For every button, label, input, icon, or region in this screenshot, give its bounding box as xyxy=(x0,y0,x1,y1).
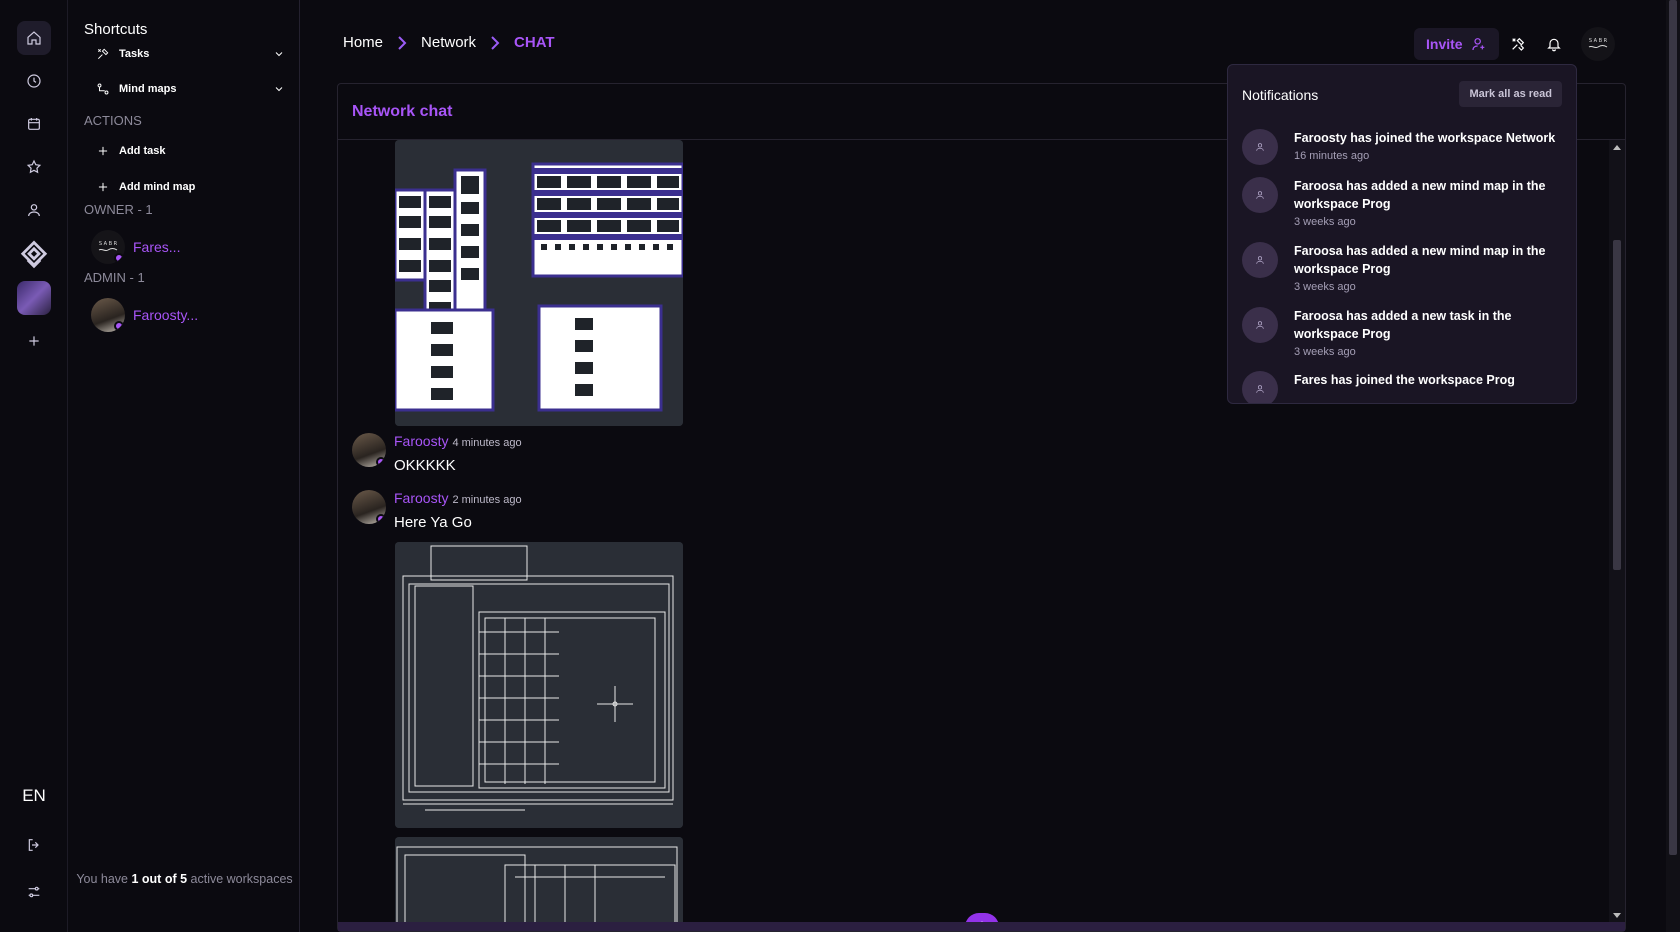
image-attachment[interactable] xyxy=(395,140,683,426)
notification-time: 3 weeks ago xyxy=(1294,216,1356,228)
header-actions: Invite S A B R xyxy=(1414,27,1615,61)
message-time: 4 minutes ago xyxy=(452,437,522,449)
avatar[interactable] xyxy=(352,490,386,524)
shortcut-tasks-label: Tasks xyxy=(119,48,150,60)
scroll-down-arrow[interactable] xyxy=(1613,913,1621,918)
app-root: EN Shortcuts Tasks Mind maps ACTIONS Add… xyxy=(0,0,1680,932)
owner-name: Fares... xyxy=(133,239,181,255)
message-author[interactable]: Faroosty xyxy=(394,433,448,449)
add-workspace-icon[interactable] xyxy=(17,324,51,358)
add-mind-map-label: Add mind map xyxy=(119,181,196,193)
sidebar-title: Shortcuts xyxy=(84,21,148,38)
breadcrumb-home[interactable]: Home xyxy=(343,34,383,51)
avatar xyxy=(91,298,125,332)
logout-icon[interactable] xyxy=(17,828,51,862)
user-icon xyxy=(1242,129,1278,165)
shortcut-mind-maps[interactable]: Mind maps xyxy=(95,76,285,102)
message-time: 2 minutes ago xyxy=(452,494,522,506)
notification-time: 16 minutes ago xyxy=(1294,150,1370,162)
chat-message: Faroosty 4 minutes ago OKKKKK xyxy=(352,433,522,474)
chat-title: Network chat xyxy=(352,102,453,120)
tools-button[interactable] xyxy=(1501,28,1535,60)
invite-button[interactable]: Invite xyxy=(1414,28,1499,60)
workspace-logo-icon[interactable] xyxy=(14,235,54,275)
message-text: OKKKKK xyxy=(394,457,456,474)
svg-text:S A B R: S A B R xyxy=(99,241,118,247)
user-icon xyxy=(1242,242,1278,278)
owner-heading: OWNER - 1 xyxy=(84,202,153,217)
chevron-right-icon xyxy=(490,35,500,50)
home-icon[interactable] xyxy=(17,21,51,55)
tools-icon xyxy=(95,46,111,62)
notification-time: 3 weeks ago xyxy=(1294,346,1356,358)
workspace-avatar-icon[interactable] xyxy=(17,281,51,315)
bell-icon xyxy=(1546,38,1561,52)
image-attachment[interactable] xyxy=(395,837,683,923)
notification-item[interactable]: Faroosty has joined the workspace Networ… xyxy=(1242,129,1562,165)
settings-sliders-icon[interactable] xyxy=(17,875,51,909)
workspace-count: You have 1 out of 5 active workspaces xyxy=(76,872,293,886)
notification-item[interactable]: Faroosa has added a new mind map in the … xyxy=(1242,242,1562,293)
admin-member[interactable]: Faroosty... xyxy=(91,298,198,332)
mark-all-read-button[interactable]: Mark all as read xyxy=(1459,81,1562,107)
user-icon[interactable] xyxy=(17,193,51,227)
user-icon xyxy=(1242,177,1278,213)
plus-icon xyxy=(95,143,111,159)
add-task-label: Add task xyxy=(119,145,166,157)
notifications-button[interactable] xyxy=(1537,28,1571,60)
page-scrollbar-thumb[interactable] xyxy=(1669,0,1677,855)
language-switch[interactable]: EN xyxy=(0,786,68,806)
notification-item[interactable]: Faroosa has added a new mind map in the … xyxy=(1242,177,1562,228)
message-author[interactable]: Faroosty xyxy=(394,490,448,506)
notifications-title: Notifications xyxy=(1242,87,1319,103)
admin-name: Faroosty... xyxy=(133,307,199,323)
message-text: Here Ya Go xyxy=(394,514,472,531)
notification-time: 3 weeks ago xyxy=(1294,281,1356,293)
online-status-dot xyxy=(376,514,386,524)
avatar[interactable] xyxy=(352,433,386,467)
avatar: S A B R xyxy=(91,230,125,264)
breadcrumb: Home Network CHAT xyxy=(343,34,555,51)
calendar-icon[interactable] xyxy=(17,107,51,141)
shortcut-tasks[interactable]: Tasks xyxy=(95,41,285,67)
sidebar: Shortcuts Tasks Mind maps ACTIONS Add ta… xyxy=(69,0,300,932)
breadcrumb-current: CHAT xyxy=(514,34,555,51)
chevron-down-icon[interactable] xyxy=(273,48,285,60)
online-status-dot xyxy=(376,457,386,467)
chevron-right-icon xyxy=(397,35,407,50)
shortcut-mind-maps-label: Mind maps xyxy=(119,83,177,95)
chat-scrollbar[interactable] xyxy=(1609,140,1625,923)
scrollbar-thumb[interactable] xyxy=(1613,240,1621,570)
admin-heading: ADMIN - 1 xyxy=(84,270,145,285)
scroll-up-arrow[interactable] xyxy=(1613,145,1621,150)
breadcrumb-network[interactable]: Network xyxy=(421,34,476,51)
actions-heading: ACTIONS xyxy=(84,113,142,128)
icon-rail: EN xyxy=(0,0,68,932)
tools-icon xyxy=(1511,37,1524,51)
page-scrollbar[interactable] xyxy=(1666,0,1680,932)
plus-icon xyxy=(95,179,111,195)
user-icon xyxy=(1242,307,1278,343)
mindmap-icon xyxy=(95,81,111,97)
notification-item[interactable]: Faroosa has added a new task in the work… xyxy=(1242,307,1562,358)
message-input-bar[interactable] xyxy=(338,922,1625,931)
chat-message: Faroosty 2 minutes ago Here Ya Go xyxy=(352,490,522,531)
notifications-dropdown: Notifications Mark all as read Faroosty … xyxy=(1227,64,1577,404)
notification-item[interactable]: Fares has joined the workspace Prog xyxy=(1242,371,1562,403)
profile-avatar[interactable]: S A B R xyxy=(1580,27,1615,61)
user-icon xyxy=(1242,371,1278,403)
add-mind-map-button[interactable]: Add mind map xyxy=(95,174,285,200)
owner-member[interactable]: S A B R Fares... xyxy=(91,230,180,264)
star-icon[interactable] xyxy=(17,150,51,184)
svg-text:S A B R: S A B R xyxy=(1588,38,1607,44)
add-user-icon xyxy=(1471,38,1484,51)
online-status-dot xyxy=(114,321,124,331)
image-attachment[interactable] xyxy=(395,542,683,828)
add-task-button[interactable]: Add task xyxy=(95,138,285,164)
chevron-down-icon[interactable] xyxy=(273,83,285,95)
history-icon[interactable] xyxy=(17,64,51,98)
invite-label: Invite xyxy=(1426,36,1463,52)
online-status-dot xyxy=(114,253,124,263)
